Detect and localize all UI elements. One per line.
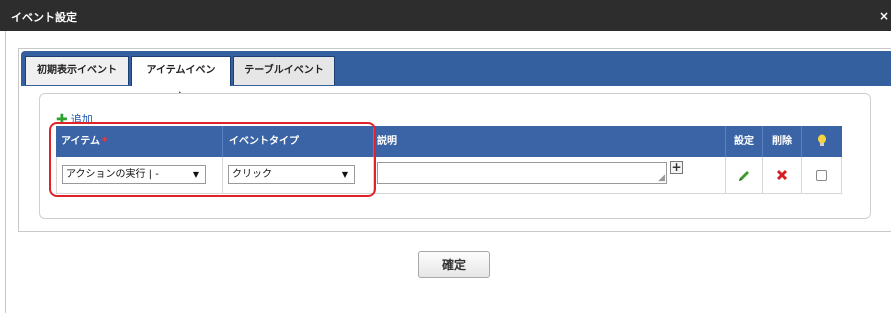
- close-icon[interactable]: ×: [879, 9, 889, 23]
- delete-x-icon[interactable]: [776, 169, 788, 181]
- dialog-title: イベント設定: [11, 11, 77, 24]
- lightbulb-icon: [818, 134, 826, 146]
- header-description: 説明: [374, 126, 726, 157]
- add-event-link[interactable]: ✚ 追加: [56, 111, 93, 128]
- header-hint: [802, 126, 842, 157]
- tab-bar: 初期表示イベント アイテムイベント テーブルイベント: [21, 51, 891, 103]
- cell-event-type: クリック ▼: [223, 157, 374, 194]
- item-select-value: アクションの実行 | -: [66, 169, 159, 180]
- add-event-label: 追加: [70, 113, 93, 126]
- header-settings: 設定: [726, 126, 763, 157]
- dialog-left-border: [5, 31, 6, 313]
- description-input[interactable]: ◢: [377, 162, 667, 184]
- header-description-label: 説明: [377, 136, 397, 147]
- required-mark: *: [102, 136, 108, 147]
- cell-item: アクションの実行 | - ▼: [56, 157, 223, 194]
- expand-description-button[interactable]: +: [670, 161, 683, 174]
- cell-description: ◢ +: [374, 157, 726, 194]
- confirm-button[interactable]: 確定: [418, 251, 490, 278]
- dropdown-arrow-icon: ▼: [192, 170, 199, 179]
- tab-item-event[interactable]: アイテムイベント: [131, 56, 231, 103]
- header-item-label: アイテム: [61, 136, 100, 147]
- item-select[interactable]: アクションの実行 | - ▼: [62, 165, 206, 184]
- header-event-type: イベントタイプ: [223, 126, 374, 157]
- tab-table-event[interactable]: テーブルイベント: [233, 56, 335, 85]
- pencil-icon[interactable]: [737, 169, 751, 183]
- header-delete: 削除: [763, 126, 802, 157]
- tab-initial-display-event[interactable]: 初期表示イベント: [25, 56, 129, 85]
- event-type-select[interactable]: クリック ▼: [228, 165, 355, 184]
- event-type-select-value: クリック: [232, 169, 272, 180]
- resize-handle-icon[interactable]: ◢: [658, 174, 665, 183]
- header-settings-label: 設定: [734, 136, 754, 147]
- header-event-type-label: イベントタイプ: [229, 136, 299, 147]
- row-checkbox[interactable]: [816, 170, 827, 181]
- header-delete-label: 削除: [772, 136, 792, 147]
- cell-settings: [726, 157, 763, 194]
- cell-delete: [763, 157, 802, 194]
- cell-select: [802, 157, 842, 194]
- dialog-titlebar: イベント設定 ×: [0, 0, 891, 31]
- header-item: アイテム *: [56, 126, 223, 157]
- dropdown-arrow-icon: ▼: [341, 170, 348, 179]
